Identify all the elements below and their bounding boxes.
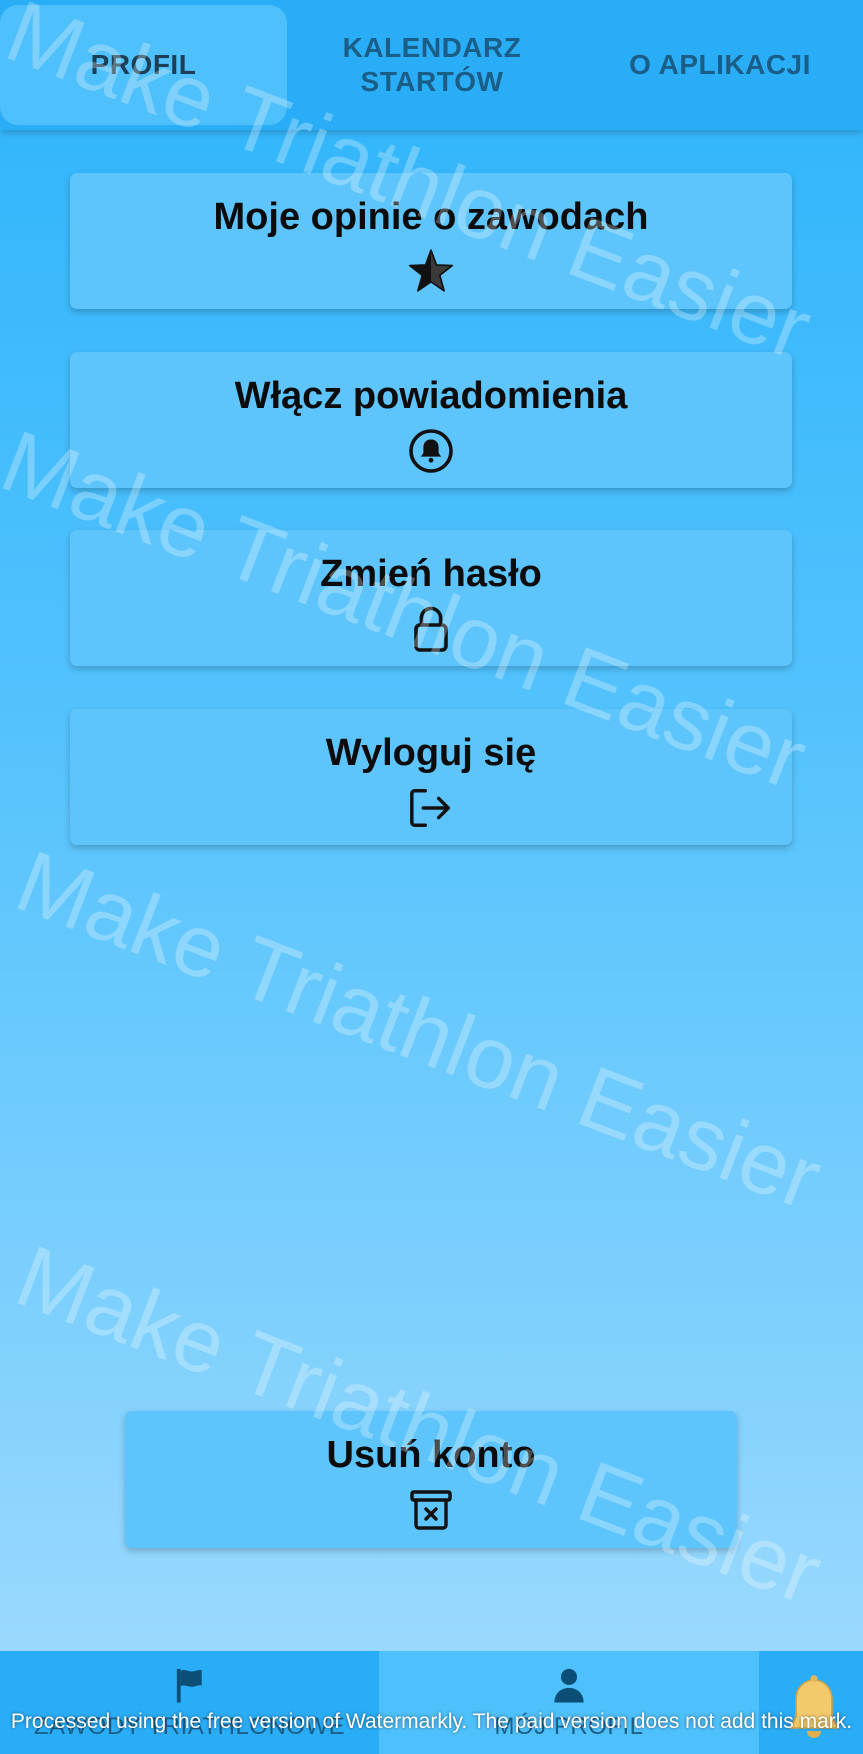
lock-icon	[404, 602, 458, 656]
star-half-icon	[404, 245, 458, 299]
tab-profil[interactable]: PROFIL	[0, 0, 287, 130]
change-password-button[interactable]: Zmień hasło	[70, 530, 792, 666]
tab-kalendarz-label-line1: KALENDARZ	[342, 32, 522, 63]
watermark-text: Make Triathlon Easier	[4, 830, 835, 1229]
watermark-notice: Processed using the free version of Wate…	[10, 1710, 853, 1733]
nav-my-profile[interactable]: MÓJ PROFIL	[379, 1651, 759, 1754]
tab-o-aplikacji-label: O APLIKACJI	[629, 49, 811, 80]
bottom-navigation: ZAWODY TRIATHLONOWE MÓJ PROFIL	[0, 1651, 863, 1754]
user-icon	[549, 1665, 589, 1705]
tab-profil-label: PROFIL	[90, 49, 197, 80]
my-race-reviews-button[interactable]: Moje opinie o zawodach	[70, 173, 792, 309]
flag-icon	[170, 1665, 210, 1705]
tab-o-aplikacji[interactable]: O APLIKACJI	[577, 0, 863, 130]
logout-label: Wyloguj się	[325, 732, 537, 774]
enable-notifications-button[interactable]: Włącz powiadomienia	[70, 352, 792, 488]
enable-notifications-label: Włącz powiadomienia	[234, 375, 628, 417]
delete-account-button[interactable]: Usuń konto	[125, 1411, 737, 1548]
change-password-label: Zmień hasło	[320, 553, 542, 595]
top-tab-bar: PROFIL KALENDARZ STARTÓW O APLIKACJI	[0, 0, 863, 130]
logout-button[interactable]: Wyloguj się	[70, 709, 792, 845]
logout-icon	[404, 781, 458, 835]
tab-kalendarz-label-line2: STARTÓW	[360, 66, 504, 97]
nav-triathlon-events[interactable]: ZAWODY TRIATHLONOWE	[0, 1651, 379, 1754]
tab-kalendarz-startow[interactable]: KALENDARZ STARTÓW	[287, 0, 577, 130]
bell-circle-icon	[404, 424, 458, 478]
my-race-reviews-label: Moje opinie o zawodach	[213, 196, 649, 238]
trash-x-icon	[404, 1483, 458, 1537]
delete-account-label: Usuń konto	[326, 1434, 536, 1476]
